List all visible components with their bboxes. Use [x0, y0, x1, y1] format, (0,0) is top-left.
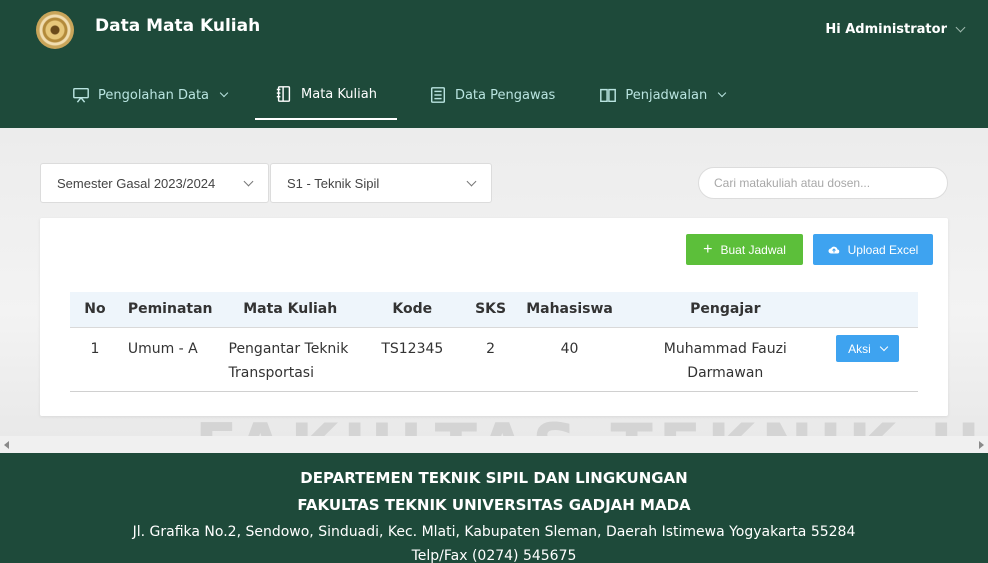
- nav-item-penjadwalan[interactable]: Penjadwalan: [587, 70, 737, 120]
- nav-label: Penjadwalan: [625, 87, 708, 103]
- user-greeting: Hi Administrator: [825, 22, 947, 37]
- button-label: Aksi: [848, 341, 871, 356]
- nav-label: Mata Kuliah: [301, 86, 377, 102]
- page-title: Data Mata Kuliah: [95, 16, 261, 36]
- chevron-down-icon: [466, 176, 477, 186]
- scroll-right-arrow-icon[interactable]: [979, 441, 984, 449]
- main-content: FAKULTAS TEKNIK UGM Semester Gasal 2023/…: [0, 128, 988, 436]
- cell-no: 1: [70, 327, 120, 392]
- plus-icon: +: [703, 240, 713, 258]
- column-header[interactable]: Kode: [359, 292, 465, 328]
- footer-phone: Telp/Fax (0274) 545675: [411, 548, 577, 563]
- main-nav: Pengolahan Data Mata Kuliah Data Pengawa…: [60, 70, 757, 120]
- chevron-down-icon: [879, 342, 889, 352]
- nav-item-data-pengawas[interactable]: Data Pengawas: [417, 70, 567, 120]
- nav-item-mata-kuliah[interactable]: Mata Kuliah: [255, 70, 397, 120]
- column-header[interactable]: Mahasiswa: [516, 292, 623, 328]
- user-menu[interactable]: Hi Administrator: [825, 22, 966, 37]
- footer-department: DEPARTEMEN TEKNIK SIPIL DAN LINGKUNGAN: [300, 469, 688, 487]
- notebook-icon: [276, 86, 291, 102]
- column-header[interactable]: SKS: [464, 292, 517, 328]
- chevron-down-icon: [243, 176, 254, 186]
- open-book-icon: [600, 88, 617, 103]
- chevron-down-icon: [717, 88, 727, 98]
- scroll-left-arrow-icon[interactable]: [4, 441, 9, 449]
- button-label: Buat Jadwal: [720, 242, 786, 257]
- column-header[interactable]: Pengajar: [622, 292, 829, 328]
- course-card: + Buat Jadwal Upload Excel No Peminatan …: [40, 218, 948, 416]
- table-header-row: No Peminatan Mata Kuliah Kode SKS Mahasi…: [70, 292, 918, 328]
- cell-mata-kuliah: Pengantar Teknik Transportasi: [220, 327, 360, 392]
- footer-address: Jl. Grafika No.2, Sendowo, Sinduadi, Kec…: [132, 524, 856, 540]
- top-header: Data Mata Kuliah Hi Administrator Pengol…: [0, 0, 988, 128]
- cell-pengajar: Muhammad Fauzi Darmawan: [622, 327, 829, 392]
- cell-mahasiswa: 40: [516, 327, 623, 392]
- university-logo-icon[interactable]: [36, 11, 74, 49]
- course-table: No Peminatan Mata Kuliah Kode SKS Mahasi…: [70, 292, 918, 392]
- footer: DEPARTEMEN TEKNIK SIPIL DAN LINGKUNGAN F…: [0, 453, 988, 563]
- upload-excel-button[interactable]: Upload Excel: [813, 234, 933, 265]
- column-header[interactable]: Peminatan: [119, 292, 221, 328]
- column-header[interactable]: Mata Kuliah: [220, 292, 360, 328]
- nav-item-pengolahan-data[interactable]: Pengolahan Data: [60, 70, 239, 120]
- program-select[interactable]: S1 - Teknik Sipil: [270, 163, 492, 203]
- semester-select[interactable]: Semester Gasal 2023/2024: [40, 163, 269, 203]
- nav-label: Pengolahan Data: [98, 87, 210, 103]
- document-list-icon: [430, 87, 445, 103]
- semester-value: Semester Gasal 2023/2024: [57, 175, 216, 191]
- table-row: 1 Umum - A Pengantar Teknik Transportasi…: [70, 327, 918, 392]
- cell-kode: TS12345: [359, 327, 465, 392]
- button-label: Upload Excel: [847, 242, 919, 257]
- cell-actions: Aksi: [828, 327, 918, 392]
- program-value: S1 - Teknik Sipil: [287, 175, 380, 191]
- column-header-actions: [828, 292, 918, 328]
- aksi-dropdown-button[interactable]: Aksi: [836, 335, 899, 362]
- cell-sks: 2: [464, 327, 517, 392]
- horizontal-scrollbar[interactable]: [0, 436, 988, 453]
- create-schedule-button[interactable]: + Buat Jadwal: [686, 234, 803, 265]
- nav-label: Data Pengawas: [454, 87, 556, 103]
- chevron-down-icon: [219, 88, 229, 98]
- column-header[interactable]: No: [70, 292, 120, 328]
- cloud-upload-icon: [828, 246, 839, 254]
- cell-peminatan: Umum - A: [119, 327, 221, 392]
- footer-faculty: FAKULTAS TEKNIK UNIVERSITAS GADJAH MADA: [297, 496, 691, 514]
- search-input[interactable]: [698, 167, 948, 199]
- chevron-down-icon: [955, 22, 966, 33]
- presentation-board-icon: [73, 87, 89, 103]
